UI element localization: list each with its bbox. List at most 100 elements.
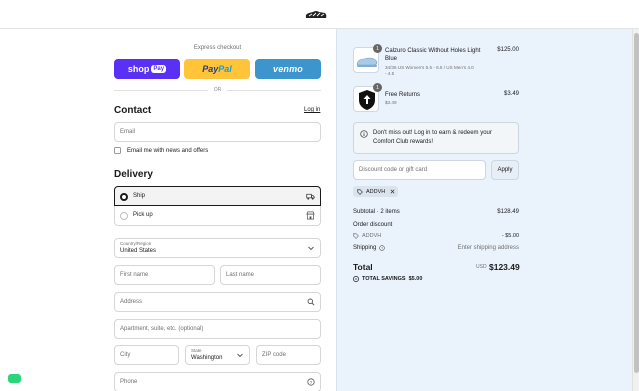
- subtotal-value: $128.49: [497, 209, 519, 215]
- shipping-label: Shipping: [353, 245, 377, 251]
- divider-line: [227, 89, 321, 91]
- email-placeholder: Email: [120, 129, 136, 135]
- apply-button[interactable]: Apply: [491, 160, 519, 180]
- svg-text:?: ?: [381, 246, 383, 250]
- delivery-option-ship[interactable]: Ship: [114, 186, 321, 206]
- item-variant-line: - 4.5: [385, 71, 395, 76]
- order-discount-label: Order discount: [353, 222, 393, 228]
- item-title: Calzuro Classic Without Holes Light Blue: [385, 47, 495, 63]
- delivery-option-pickup[interactable]: Pick up: [114, 206, 321, 226]
- city-placeholder: City: [120, 352, 131, 358]
- country-value: United States: [120, 248, 157, 254]
- close-icon[interactable]: [390, 189, 395, 194]
- subtotal-label: Subtotal · 2 items: [353, 209, 400, 215]
- rewards-notice-text: Don't miss out! Log in to earn & redeem …: [373, 130, 492, 145]
- info-icon: [360, 130, 368, 138]
- savings-tag-icon: [353, 276, 359, 282]
- apartment-field[interactable]: Apartment, suite, etc. (optional): [114, 319, 321, 339]
- country-label: Country/Region: [120, 241, 152, 246]
- address-field[interactable]: Address: [114, 292, 321, 312]
- delivery-method-group: Ship Pick up: [114, 186, 321, 226]
- item-title-line: Calzuro Classic Without Holes Light: [385, 48, 481, 54]
- newsletter-option[interactable]: Email me with news and offers: [114, 147, 208, 154]
- help-circle-icon[interactable]: ?: [379, 245, 386, 251]
- email-field[interactable]: Email: [114, 122, 321, 142]
- currency-code: USD: [476, 264, 487, 270]
- paypal-button[interactable]: Pay Pal: [184, 59, 250, 79]
- total-label: Total: [353, 262, 373, 272]
- scrollbar-thumb[interactable]: [634, 33, 639, 373]
- radio-pickup[interactable]: [120, 212, 128, 220]
- radio-ship[interactable]: [120, 193, 128, 201]
- item-price: $3.49: [503, 91, 519, 97]
- phone-field[interactable]: Phone ?: [114, 372, 321, 391]
- quantity-badge: 1: [373, 44, 382, 53]
- shipping-line: Shipping ?: [353, 245, 386, 251]
- shipping-value: Enter shipping address: [457, 245, 519, 251]
- tag-icon: [357, 188, 363, 195]
- city-field[interactable]: City: [114, 345, 179, 365]
- quantity-badge: 1: [373, 83, 382, 92]
- item-price: $125.00: [497, 47, 519, 53]
- checkout-form: Express checkout shop Pay Pay Pal venmo O…: [0, 29, 336, 391]
- order-summary: 1 Calzuro Classic Without Holes Light Bl…: [336, 29, 632, 391]
- help-circle-icon[interactable]: ?: [307, 378, 315, 386]
- applied-code-label: ADDVH: [366, 188, 386, 195]
- last-name-placeholder: Last name: [226, 272, 255, 278]
- paypal-label-pal: Pal: [218, 64, 232, 74]
- zip-placeholder: ZIP code: [262, 352, 286, 358]
- item-title: Free Returns: [385, 92, 421, 98]
- discount-code-input[interactable]: Discount code or gift card: [353, 160, 486, 180]
- store-icon: [306, 211, 315, 220]
- tag-icon: [353, 233, 359, 239]
- item-title-line: Blue: [385, 56, 398, 62]
- or-label: OR: [213, 87, 222, 93]
- svg-text:?: ?: [310, 380, 313, 385]
- or-divider: OR: [114, 85, 321, 95]
- item-variant: $3.49: [385, 100, 397, 105]
- apartment-placeholder: Apartment, suite, etc. (optional): [120, 326, 204, 332]
- state-value: Washington: [191, 355, 223, 361]
- last-name-field[interactable]: Last name: [220, 265, 321, 285]
- chevron-down-icon: [307, 244, 315, 252]
- discount-value: - $5.00: [501, 233, 519, 239]
- chevron-down-icon: [236, 351, 244, 359]
- total-savings: TOTAL SAVINGS $5.00: [353, 276, 422, 282]
- ship-label: Ship: [133, 193, 146, 199]
- express-checkout-title: Express checkout: [193, 45, 242, 51]
- paypal-label-pay: Pay: [202, 64, 219, 74]
- pickup-label: Pick up: [133, 212, 153, 218]
- discount-placeholder: Discount code or gift card: [359, 167, 428, 173]
- state-select[interactable]: State Washington: [185, 345, 250, 365]
- state-label: State: [191, 348, 202, 353]
- shop-pay-button[interactable]: shop Pay: [114, 59, 180, 79]
- discount-code-line: ADDVH: [353, 233, 381, 239]
- zip-field[interactable]: ZIP code: [256, 345, 321, 365]
- delivery-heading: Delivery: [114, 169, 153, 180]
- shop-pay-label: shop: [127, 64, 150, 74]
- applied-discount-tag: ADDVH: [353, 186, 398, 197]
- first-name-placeholder: First name: [120, 272, 149, 278]
- truck-icon: [306, 192, 315, 201]
- item-variant: 34/35 US Women's 5.5 - 6.5 / US Men's 4.…: [385, 65, 495, 77]
- search-icon: [307, 298, 315, 306]
- chat-widget-button[interactable]: [8, 374, 21, 383]
- header: [0, 0, 639, 29]
- phone-placeholder: Phone: [120, 379, 138, 385]
- divider-line: [114, 89, 208, 91]
- total-value: $123.49: [489, 262, 520, 272]
- shop-pay-badge: Pay: [151, 65, 167, 73]
- country-select[interactable]: Country/Region United States: [114, 238, 321, 258]
- log-in-link[interactable]: Log in: [304, 107, 320, 113]
- newsletter-label: Email me with news and offers: [127, 147, 209, 154]
- venmo-label: venmo: [272, 64, 303, 74]
- savings-label: TOTAL SAVINGS: [362, 276, 406, 282]
- address-placeholder: Address: [120, 299, 143, 305]
- brand-logo-icon[interactable]: [304, 9, 328, 21]
- scrollbar[interactable]: [632, 29, 639, 391]
- newsletter-checkbox[interactable]: [114, 147, 121, 154]
- first-name-field[interactable]: First name: [114, 265, 215, 285]
- venmo-button[interactable]: venmo: [255, 59, 321, 79]
- discount-code-label: ADDVH: [362, 233, 382, 239]
- savings-value: $5.00: [408, 276, 423, 282]
